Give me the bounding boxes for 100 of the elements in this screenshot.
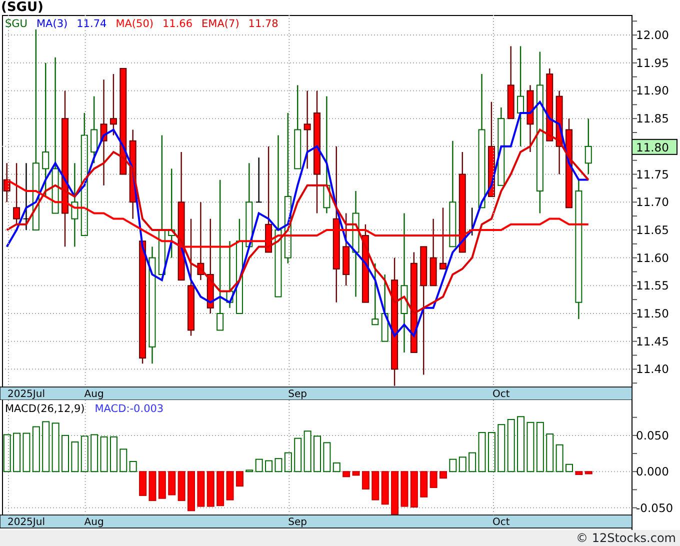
axis-label: 11.85 (636, 112, 669, 126)
histogram-bar (158, 471, 166, 499)
axis-label: 11.70 (636, 195, 669, 210)
axis-label: 11.60 (636, 250, 669, 265)
candlestick (430, 218, 437, 286)
histogram-bar (440, 471, 447, 479)
axis-label: 11.75 (636, 167, 669, 182)
candlestick (372, 263, 379, 326)
histogram-bar (52, 422, 60, 472)
histogram-bar (226, 471, 234, 500)
legend-label: MA(3) (36, 18, 68, 30)
histogram-bar (498, 424, 506, 472)
candlestick (13, 163, 20, 224)
axis-label: 11.45 (636, 334, 669, 348)
candlestick (255, 158, 262, 203)
axis-label: 0.000 (636, 464, 669, 479)
candlestick (381, 274, 388, 342)
histogram-bar (13, 432, 21, 472)
legend-value: 11.78 (248, 18, 278, 30)
histogram-bar (206, 471, 214, 507)
legend-label: EMA(7) (202, 18, 240, 30)
histogram-bar (246, 470, 254, 472)
histogram-bar (42, 421, 50, 472)
indicator-label: MACD(26,12,9) (5, 403, 85, 415)
histogram-bar (575, 471, 583, 475)
histogram-bar (314, 436, 321, 472)
date-label: Sep (288, 517, 308, 528)
date-label: Oct (492, 389, 510, 400)
histogram-bar (80, 436, 88, 472)
histogram-bar (410, 471, 418, 508)
histogram-bar (468, 452, 476, 472)
histogram-bar (120, 448, 128, 472)
histogram-bar (304, 430, 312, 472)
histogram-bar (22, 432, 30, 472)
legend-label: MA(50) (116, 18, 154, 30)
histogram-bar (332, 462, 340, 472)
histogram-bar (372, 471, 380, 500)
histogram-bar (478, 432, 486, 472)
copyright-text: © 12Stocks.com (576, 530, 676, 546)
candlestick (526, 85, 534, 152)
histogram-bar (284, 452, 292, 472)
histogram-bar (420, 471, 428, 498)
indicator-value: MACD:-0.003 (94, 403, 164, 415)
histogram-bar (449, 458, 457, 472)
histogram-bar (430, 471, 438, 488)
histogram-bar (566, 464, 573, 472)
histogram-bar (458, 456, 466, 472)
candlestick (440, 208, 446, 270)
histogram-bar (188, 471, 195, 512)
histogram-bar (148, 471, 156, 502)
legend-value: 11.66 (162, 18, 193, 30)
histogram-bar (274, 458, 282, 472)
candlestick (90, 96, 98, 164)
histogram-bar (488, 432, 496, 472)
histogram-bar (536, 422, 544, 472)
histogram-bar (556, 444, 564, 472)
axis-label: 0.050 (636, 428, 669, 442)
candlestick (22, 163, 30, 230)
date-label: Aug (84, 517, 104, 528)
histogram-bar (400, 471, 408, 507)
date-label: Oct (492, 517, 510, 528)
chart-title: (SGU) (1, 0, 44, 15)
histogram-bar (507, 419, 515, 472)
histogram-bar (90, 434, 98, 472)
histogram-bar (71, 441, 79, 472)
axis-label: -0.050 (636, 500, 674, 515)
histogram-bar (255, 458, 263, 472)
histogram-bar (391, 471, 399, 515)
histogram-bar (584, 471, 592, 474)
histogram-bar (265, 460, 273, 472)
ticker-label: SGU (5, 18, 28, 30)
candlestick (584, 118, 592, 174)
candlestick (3, 163, 10, 202)
histogram-bar (323, 442, 331, 472)
histogram-bar (62, 434, 69, 472)
axis-label: 11.50 (636, 306, 669, 320)
axis-label: 11.65 (636, 222, 669, 237)
price-tag: 11.80 (632, 138, 678, 155)
date-label: 2025Jul (7, 517, 45, 528)
histogram-bar (294, 438, 302, 472)
axis-label: 11.55 (636, 278, 669, 293)
candlestick (110, 74, 117, 136)
date-label: Sep (288, 389, 308, 400)
histogram-bar (110, 436, 118, 472)
histogram-bar (526, 422, 534, 472)
histogram-bar (546, 434, 554, 472)
axis-label: 11.40 (636, 362, 669, 376)
histogram-bar (32, 426, 40, 472)
histogram-bar (517, 416, 525, 472)
histogram-bar (168, 471, 176, 496)
candlestick (226, 241, 234, 308)
date-label: Aug (84, 389, 104, 400)
histogram-bar (197, 471, 205, 507)
axis-label: 11.90 (636, 84, 669, 98)
date-label: 2025Jul (7, 389, 45, 400)
histogram-bar (129, 460, 137, 472)
histogram-bar (139, 471, 147, 496)
histogram-bar (3, 434, 11, 472)
axis-label: 12.00 (636, 28, 669, 42)
histogram-bar (362, 471, 370, 490)
